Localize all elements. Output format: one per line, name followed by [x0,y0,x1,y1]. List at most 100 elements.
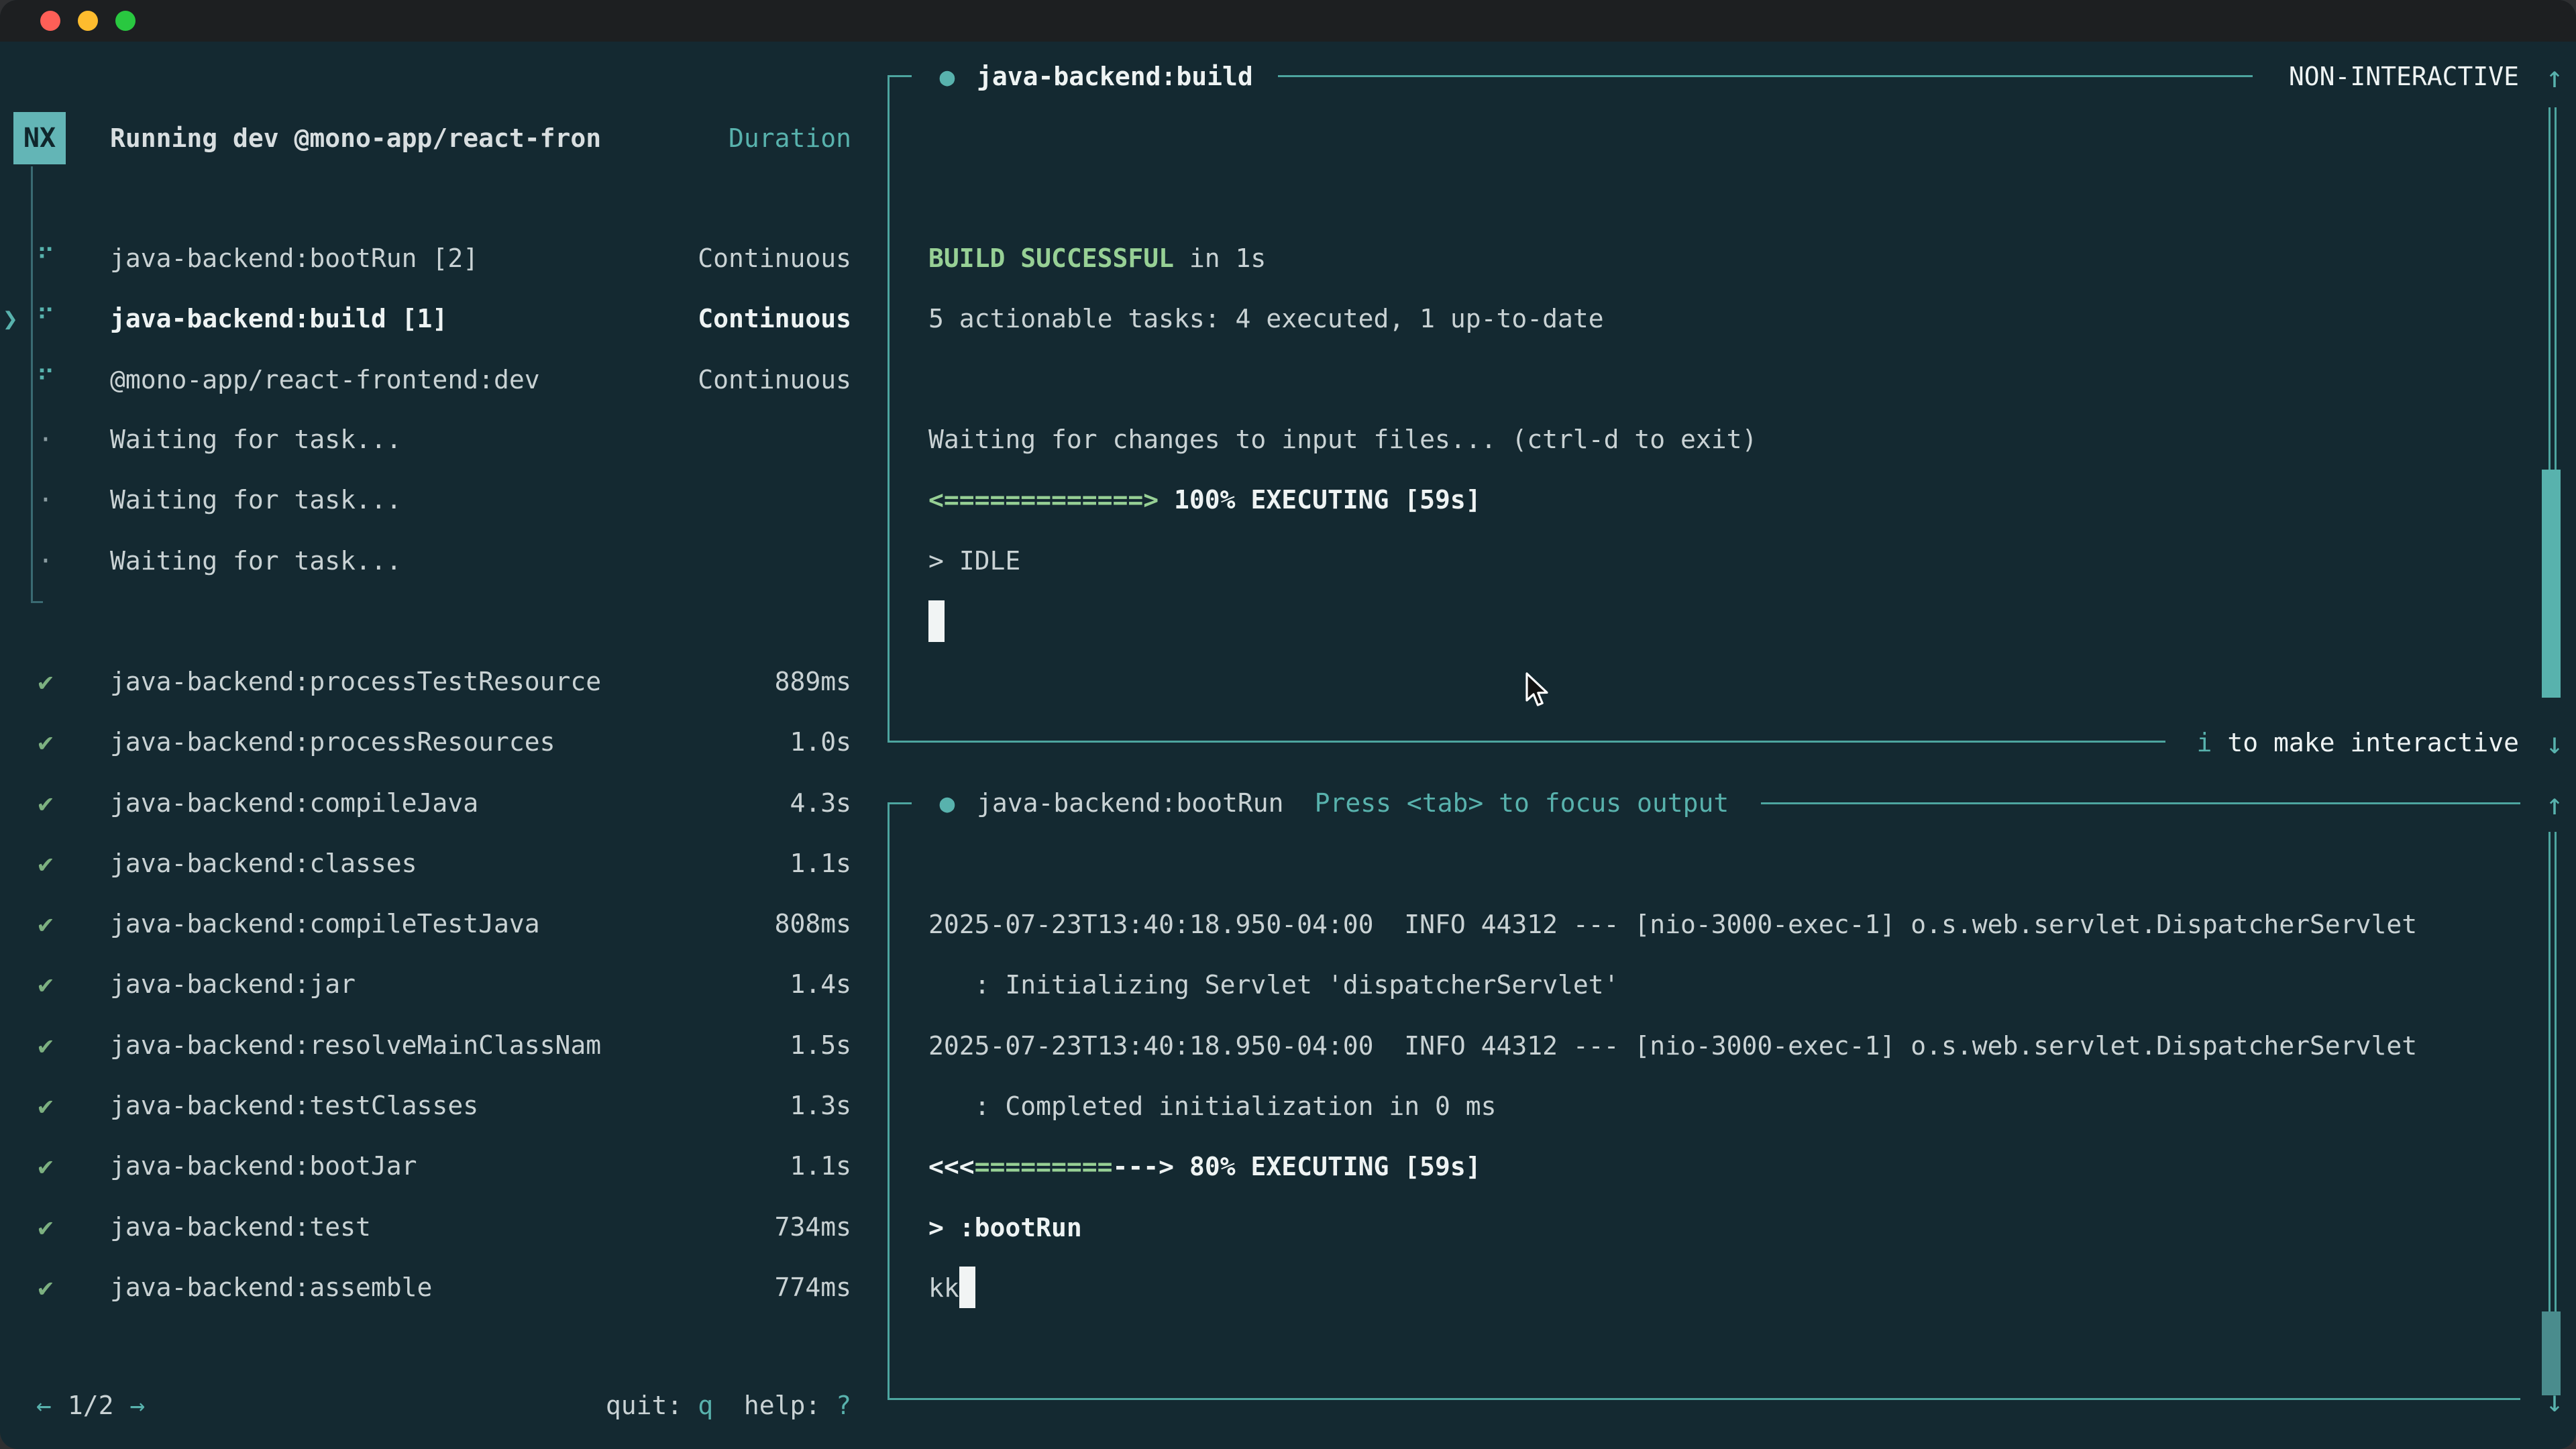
sidebar-item-completed[interactable]: ✔ java-backend:compileJava 4.3s [0,772,851,833]
noninteractive-badge: NON-INTERACTIVE [2289,46,2519,107]
sidebar-item-build-selected[interactable]: ❯ ⠋ java-backend:build [1] Continuous [0,288,851,349]
task-label: Waiting for task... [110,546,402,576]
sidebar-header: NX Running dev @mono-app/react-fron Dura… [0,107,851,168]
task-label: java-backend:test [110,1212,371,1242]
sidebar-item-completed[interactable]: ✔ java-backend:processResources 1.0s [0,711,851,772]
build-panel-left-border [888,76,890,742]
task-duration: 1.1s [790,1151,851,1181]
sidebar-item-waiting[interactable]: · Waiting for task... [0,530,851,591]
task-duration: 889ms [775,667,851,696]
progress-bar: ========= [975,1152,1113,1181]
terminal-window: NX Running dev @mono-app/react-fron Dura… [0,0,2576,1449]
sidebar-item-completed[interactable]: ✔ java-backend:test 734ms [0,1196,851,1257]
progress-open: <<< [928,1152,975,1181]
build-panel-title: java-backend:build [977,62,1253,91]
check-icon: ✔ [31,1212,60,1242]
progress-status: 80% EXECUTING [59s] [1174,1152,1481,1181]
help-hint-label: help: [713,1391,836,1420]
keyboard-hints: quit: q help: ? [606,1391,851,1420]
sidebar-item-bootrun[interactable]: ⠋ java-backend:bootRun [2] Continuous [0,227,851,288]
task-duration: 1.1s [790,849,851,878]
task-status: Continuous [698,365,851,394]
sidebar-item-completed[interactable]: ✔ java-backend:assemble 774ms [0,1256,851,1318]
task-label: java-backend:resolveMainClassNam [110,1030,601,1060]
bootrun-panel-header[interactable]: ● java-backend:bootRun Press <tab> to fo… [932,772,1729,833]
task-duration: 1.0s [790,727,851,757]
log-line: 2025-07-23T13:40:18.950-04:00 INFO 44312… [928,1015,2417,1076]
zoom-button[interactable] [115,11,136,31]
check-icon: ✔ [31,788,60,818]
task-label: Waiting for task... [110,425,402,454]
check-icon: ✔ [31,1030,60,1060]
interactive-hint-key: i [2197,728,2212,757]
quit-hint-label: quit: [606,1391,698,1420]
sidebar-item-completed[interactable]: ✔ java-backend:processTestResource 889ms [0,651,851,712]
task-label: java-backend:build [1] [110,304,447,333]
task-label: java-backend:processResources [110,727,555,757]
interactive-hint-text: to make interactive [2212,728,2519,757]
sidebar-item-completed[interactable]: ✔ java-backend:resolveMainClassNam 1.5s [0,1014,851,1075]
sidebar-item-frontend-dev[interactable]: ⠋ @mono-app/react-frontend:dev Continuou… [0,349,851,410]
sidebar-item-completed[interactable]: ✔ java-backend:classes 1.1s [0,833,851,894]
window-titlebar[interactable] [0,0,2576,42]
sidebar-item-waiting[interactable]: · Waiting for task... [0,409,851,470]
waiting-changes-line: Waiting for changes to input files... (c… [928,409,1757,470]
check-icon: ✔ [31,1273,60,1302]
scroll-up-icon[interactable]: ↑ [2540,788,2569,822]
check-icon: ✔ [31,969,60,999]
selection-arrow-icon: ❯ [3,304,18,333]
terminal-cursor [959,1267,975,1308]
pending-bullet-icon: · [31,546,60,576]
progress-status: 100% EXECUTING [59s] [1159,485,1481,515]
progress-bar: <=============> [928,485,1159,515]
scroll-down-icon[interactable]: ↓ [2540,727,2569,761]
bootrun-panel-top-border [1761,802,2520,804]
build-panel-corner [888,75,912,77]
running-dot-icon: ● [932,788,962,818]
sidebar-item-completed[interactable]: ✔ java-backend:testClasses 1.3s [0,1075,851,1136]
check-icon: ✔ [31,1091,60,1120]
bootrun-panel-corner [888,802,912,804]
log-line: 2025-07-23T13:40:18.950-04:00 INFO 44312… [928,894,2417,955]
build-panel-top-border [1278,75,2253,77]
sidebar-item-completed[interactable]: ✔ java-backend:jar 1.4s [0,953,851,1014]
sidebar-item-waiting[interactable]: · Waiting for task... [0,469,851,530]
sidebar-footer: ← 1/2 → quit: q help: ? [0,1375,851,1436]
task-label: java-backend:bootRun [2] [110,244,478,273]
bootrun-panel-bottom-border [888,1398,2520,1400]
bootrun-panel-left-border [888,802,890,1399]
close-button[interactable] [40,11,60,31]
gradle-progress-line: <<<=========---> 80% EXECUTING [59s] [928,1136,1481,1197]
tasks-summary-line: 5 actionable tasks: 4 executed, 1 up-to-… [928,288,1604,349]
page-next-arrow[interactable]: → [130,1391,146,1420]
bootrun-scrollbar-thumb[interactable] [2542,1311,2561,1395]
build-scrollbar-thumb[interactable] [2542,470,2561,698]
scroll-up-icon[interactable]: ↑ [2540,60,2569,95]
build-scrollbar-track[interactable] [2548,107,2557,470]
spinner-icon: ⠋ [31,365,60,394]
task-label: @mono-app/react-frontend:dev [110,365,540,394]
task-label: java-backend:testClasses [110,1091,478,1120]
focus-output-hint: Press <tab> to focus output [1315,788,1729,818]
page-prev-arrow[interactable]: ← [36,1391,52,1420]
page-indicator: 1/2 [68,1391,114,1420]
build-success-line: BUILD SUCCESSFUL in 1s [928,227,1266,288]
bootrun-panel-title: java-backend:bootRun [977,788,1284,818]
bootrun-scrollbar-track[interactable] [2548,832,2557,1311]
task-duration: 808ms [775,909,851,938]
log-line: : Initializing Servlet 'dispatcherServle… [928,954,1619,1015]
build-panel-header[interactable]: ● java-backend:build [932,46,1253,107]
task-label: java-backend:processTestResource [110,667,601,696]
gradle-progress-line: <=============> 100% EXECUTING [59s] [928,469,1481,530]
task-status: Continuous [698,304,851,333]
minimize-button[interactable] [78,11,98,31]
progress-tail: ---> [1113,1152,1175,1181]
sidebar-item-completed[interactable]: ✔ java-backend:compileTestJava 808ms [0,893,851,954]
task-label: java-backend:bootJar [110,1151,417,1181]
task-duration: 774ms [775,1273,851,1302]
check-icon: ✔ [31,849,60,878]
sidebar-item-completed[interactable]: ✔ java-backend:bootJar 1.1s [0,1135,851,1196]
quit-key: q [698,1391,713,1420]
task-label: java-backend:assemble [110,1273,432,1302]
idle-line: > IDLE [928,530,1020,591]
